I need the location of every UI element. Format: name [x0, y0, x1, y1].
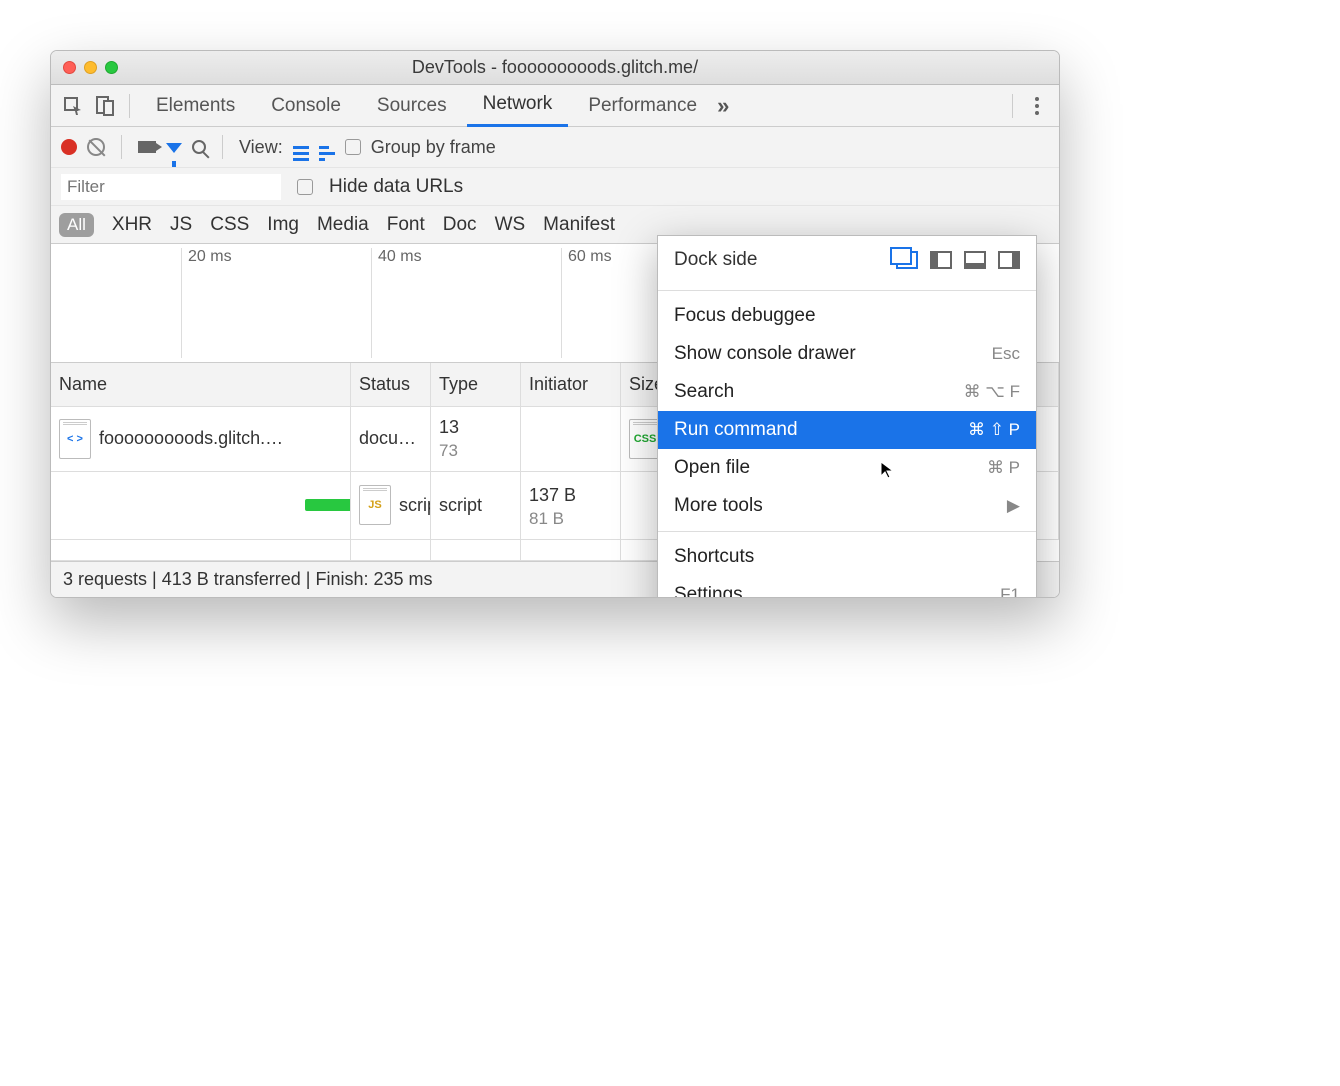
file-type-icon: < > — [59, 419, 91, 459]
large-rows-icon[interactable] — [293, 133, 309, 161]
main-tabs: Elements Console Sources Network Perform… — [51, 85, 1059, 127]
tab-network[interactable]: Network — [467, 85, 569, 127]
clear-button[interactable] — [87, 138, 105, 156]
dock-left-icon[interactable] — [930, 251, 952, 269]
overflow-menu: Dock side Focus debuggeeShow console dra… — [657, 235, 1037, 598]
filter-css[interactable]: CSS — [210, 214, 249, 236]
filter-bar: Hide data URLs — [51, 167, 1059, 205]
cell-size: 137 B81 B — [521, 472, 621, 540]
tab-performance[interactable]: Performance — [572, 85, 713, 127]
filter-toggle-icon[interactable] — [166, 137, 182, 158]
dock-right-icon[interactable] — [998, 251, 1020, 269]
tab-sources[interactable]: Sources — [361, 85, 463, 127]
menu-item[interactable]: SettingsF1 — [658, 576, 1036, 598]
col-status[interactable]: Status — [351, 363, 431, 407]
cell-size: 1373 — [431, 407, 521, 472]
tab-console[interactable]: Console — [255, 85, 357, 127]
filter-input[interactable] — [61, 174, 281, 200]
filter-js[interactable]: JS — [170, 214, 192, 236]
col-name[interactable]: Name — [51, 363, 351, 407]
screenshot-icon[interactable] — [138, 141, 156, 153]
cell-waterfall — [521, 407, 621, 472]
timeline-tick: 40 ms — [371, 248, 422, 358]
titlebar: DevTools - fooooooooods.glitch.me/ — [51, 51, 1059, 85]
menu-item[interactable]: Search⌘ ⌥ F — [658, 373, 1036, 411]
menu-item[interactable]: Run command⌘ ⇧ P — [658, 411, 1036, 449]
more-tabs-icon[interactable]: » — [717, 93, 729, 119]
dock-undock-icon[interactable] — [896, 251, 918, 269]
filter-doc[interactable]: Doc — [443, 214, 477, 236]
hide-data-urls-label: Hide data URLs — [329, 176, 463, 198]
cell-type: script — [431, 472, 521, 540]
file-type-icon: JS — [359, 485, 391, 525]
cell-waterfall — [51, 472, 351, 540]
device-toggle-icon[interactable] — [91, 92, 119, 120]
filter-all[interactable]: All — [59, 213, 94, 237]
col-type[interactable]: Type — [431, 363, 521, 407]
view-label: View: — [239, 137, 283, 158]
waterfall-view-icon[interactable] — [319, 133, 335, 161]
filter-ws[interactable]: WS — [495, 214, 526, 236]
filter-font[interactable]: Font — [387, 214, 425, 236]
menu-item[interactable]: More tools▶ — [658, 487, 1036, 525]
menu-item[interactable]: Shortcuts — [658, 538, 1036, 576]
filter-media[interactable]: Media — [317, 214, 369, 236]
menu-item[interactable]: Show console drawerEsc — [658, 335, 1036, 373]
filter-xhr[interactable]: XHR — [112, 214, 152, 236]
filter-img[interactable]: Img — [267, 214, 299, 236]
cell-name[interactable]: JSscript.js — [351, 472, 431, 540]
inspect-element-icon[interactable] — [59, 92, 87, 120]
tab-elements[interactable]: Elements — [140, 85, 251, 127]
filter-manifest[interactable]: Manifest — [543, 214, 615, 236]
network-toolbar: View: Group by frame — [51, 127, 1059, 167]
group-by-frame-label: Group by frame — [371, 137, 496, 158]
timeline-tick: 20 ms — [181, 248, 232, 358]
timeline-tick: 60 ms — [561, 248, 612, 358]
cell-type: docu… — [351, 407, 431, 472]
cell-name[interactable]: < >fooooooooods.glitch.… — [51, 407, 351, 472]
mouse-cursor-icon — [879, 460, 899, 480]
window-title: DevTools - fooooooooods.glitch.me/ — [51, 57, 1059, 78]
col-initiator[interactable]: Initiator — [521, 363, 621, 407]
record-button[interactable] — [61, 139, 77, 155]
overflow-menu-button[interactable] — [1023, 92, 1051, 120]
dock-side-label: Dock side — [674, 249, 884, 271]
dock-bottom-icon[interactable] — [964, 251, 986, 269]
menu-item[interactable]: Focus debuggee — [658, 297, 1036, 335]
hide-data-urls-checkbox[interactable] — [297, 179, 313, 195]
menu-item[interactable]: Open file⌘ P — [658, 449, 1036, 487]
group-by-frame-checkbox[interactable] — [345, 139, 361, 155]
search-icon[interactable] — [192, 140, 206, 154]
devtools-window: DevTools - fooooooooods.glitch.me/ Eleme… — [50, 50, 1060, 598]
